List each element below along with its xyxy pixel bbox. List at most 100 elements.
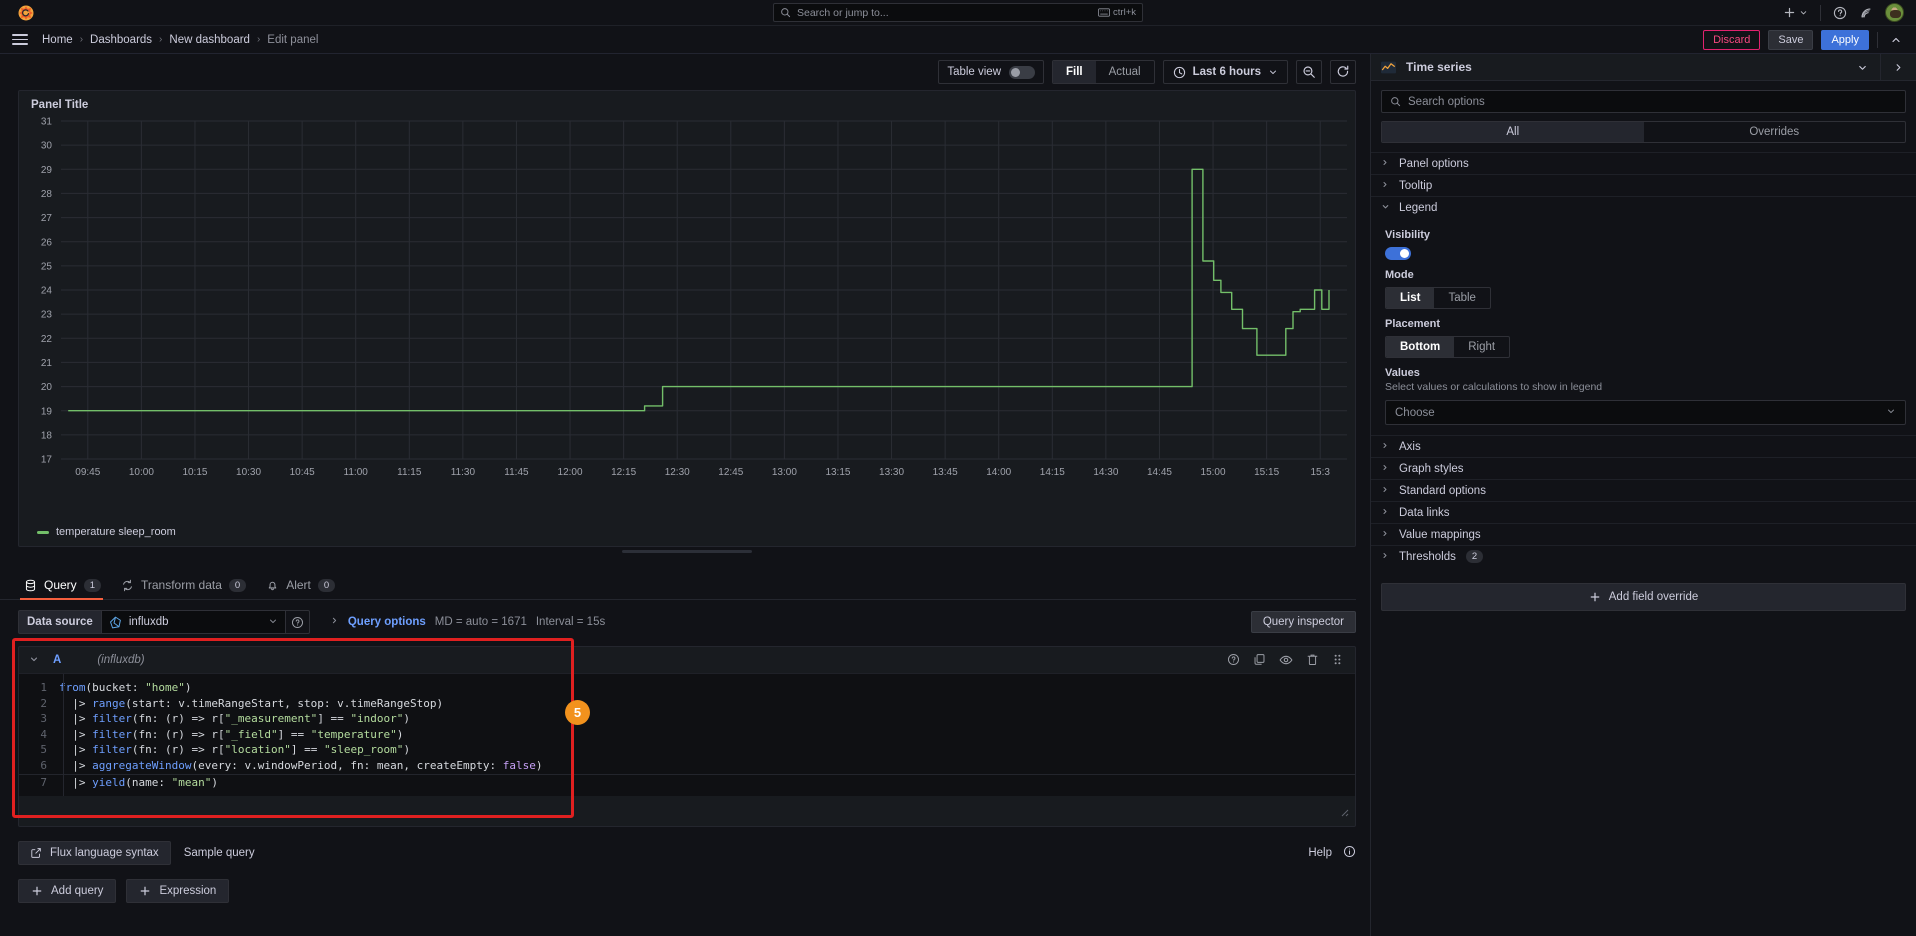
code-text[interactable]: |> yield(name: "mean") bbox=[59, 775, 218, 791]
code-text[interactable]: |> filter(fn: (r) => r["location"] == "s… bbox=[59, 742, 410, 758]
delete-trash-icon[interactable] bbox=[1306, 653, 1319, 667]
tab-transform-data[interactable]: Transform data 0 bbox=[115, 573, 260, 599]
hamburger-menu-icon[interactable] bbox=[12, 34, 28, 45]
legend-item-label[interactable]: temperature sleep_room bbox=[56, 526, 176, 538]
code-line[interactable]: 6 |> aggregateWindow(every: v.windowPeri… bbox=[19, 758, 1355, 775]
legend-visibility-toggle[interactable] bbox=[1385, 247, 1411, 260]
info-circle-icon[interactable] bbox=[1343, 845, 1356, 861]
apply-button[interactable]: Apply bbox=[1821, 29, 1869, 50]
code-line[interactable]: 7 |> yield(name: "mean") bbox=[19, 775, 1355, 791]
viz-picker-toggle[interactable] bbox=[1845, 54, 1880, 80]
section-standard-options[interactable]: Standard options bbox=[1371, 479, 1916, 501]
chevron-right-icon bbox=[1381, 485, 1389, 497]
editor-gutter-divider bbox=[63, 674, 64, 797]
time-series-chart[interactable]: 17 18 19 20 21 22 23 24 25 26 27 28 29 30 31 09:45 10:00… bbox=[19, 113, 1355, 493]
panel-resize-handle[interactable] bbox=[622, 550, 752, 553]
breadcrumb-item-dashboards[interactable]: Dashboards bbox=[90, 34, 152, 46]
legend-mode-table-button[interactable]: Table bbox=[1434, 288, 1490, 308]
save-button[interactable]: Save bbox=[1768, 29, 1814, 50]
time-range-picker[interactable]: Last 6 hours bbox=[1162, 60, 1288, 84]
query-options-label[interactable]: Query options bbox=[348, 616, 426, 628]
y-axis-tick-label: 24 bbox=[41, 286, 53, 297]
breadcrumb-item-home[interactable]: Home bbox=[42, 34, 73, 46]
section-axis[interactable]: Axis bbox=[1371, 435, 1916, 457]
zoom-out-button[interactable] bbox=[1296, 60, 1322, 84]
code-line[interactable]: 5 |> filter(fn: (r) => r["location"] == … bbox=[19, 742, 1355, 758]
chevron-up-icon[interactable] bbox=[1886, 34, 1906, 46]
plot-area[interactable]: 17 18 19 20 21 22 23 24 25 26 27 28 29 30 31 09:45 10:00… bbox=[19, 113, 1355, 522]
legend-values-select[interactable]: Choose bbox=[1385, 400, 1906, 425]
legend-placement-right-button[interactable]: Right bbox=[1454, 337, 1509, 357]
section-data-links[interactable]: Data links bbox=[1371, 501, 1916, 523]
section-value-mappings[interactable]: Value mappings bbox=[1371, 523, 1916, 545]
code-lines[interactable]: 1 from(bucket: "home") 2 |> range(start: v… bbox=[19, 680, 1355, 790]
legend-placement-radio-group[interactable]: Bottom Right bbox=[1385, 336, 1511, 358]
query-ref-id[interactable]: A bbox=[53, 654, 61, 666]
options-tabs[interactable]: All Overrides bbox=[1381, 121, 1906, 143]
tab-all[interactable]: All bbox=[1382, 122, 1644, 142]
help-label[interactable]: Help bbox=[1308, 847, 1332, 859]
search-options-input[interactable]: Search options bbox=[1381, 90, 1906, 113]
query-options[interactable]: Query options MD = auto = 1671 Interval … bbox=[330, 615, 605, 629]
hide-response-eye-icon[interactable] bbox=[1279, 653, 1293, 667]
resize-corner-icon[interactable] bbox=[1337, 805, 1349, 817]
add-expression-button[interactable]: Expression bbox=[126, 879, 230, 904]
section-panel-options[interactable]: Panel options bbox=[1371, 152, 1916, 174]
chevron-down-icon[interactable] bbox=[29, 654, 39, 667]
add-query-button[interactable]: Add query bbox=[18, 879, 117, 904]
grafana-logo-icon[interactable] bbox=[16, 3, 36, 23]
time-series-icon bbox=[1381, 61, 1396, 73]
avatar[interactable] bbox=[1885, 3, 1904, 22]
section-thresholds[interactable]: Thresholds 2 bbox=[1371, 545, 1916, 567]
section-graph-styles[interactable]: Graph styles bbox=[1371, 457, 1916, 479]
datasource-help-button[interactable] bbox=[285, 610, 310, 634]
search-input[interactable]: Search or jump to... ctrl+k bbox=[773, 3, 1143, 22]
help-button[interactable] bbox=[1833, 6, 1847, 20]
section-standard-options-label: Standard options bbox=[1399, 484, 1486, 497]
y-axis-tick-label: 26 bbox=[41, 237, 53, 248]
legend-options-body: Visibility Mode List Table Placement Bot… bbox=[1371, 218, 1916, 435]
tab-alert[interactable]: Alert 0 bbox=[260, 573, 349, 599]
code-line[interactable]: 2 |> range(start: v.timeRangeStart, stop… bbox=[19, 696, 1355, 712]
section-tooltip[interactable]: Tooltip bbox=[1371, 174, 1916, 196]
legend-placement-bottom-button[interactable]: Bottom bbox=[1386, 337, 1455, 357]
discard-button[interactable]: Discard bbox=[1703, 29, 1761, 50]
add-field-override-button[interactable]: Add field override bbox=[1381, 583, 1906, 611]
collapse-options-pane-button[interactable] bbox=[1880, 54, 1916, 80]
flux-query-code-editor[interactable]: 1 from(bucket: "home") 2 |> range(start: v… bbox=[19, 674, 1355, 797]
fill-actual-segment[interactable]: Fill Actual bbox=[1052, 60, 1155, 84]
datasource-select[interactable]: influxdb bbox=[100, 610, 286, 634]
visualization-picker-header: Time series bbox=[1371, 54, 1916, 81]
fill-button[interactable]: Fill bbox=[1053, 61, 1096, 83]
code-line[interactable]: 3 |> filter(fn: (r) => r["_measurement"]… bbox=[19, 711, 1355, 727]
refresh-button[interactable] bbox=[1330, 60, 1356, 84]
code-text[interactable]: |> aggregateWindow(every: v.windowPeriod… bbox=[59, 758, 542, 774]
section-legend[interactable]: Legend bbox=[1371, 196, 1916, 218]
table-view-toggle-group[interactable]: Table view bbox=[938, 60, 1045, 84]
table-view-toggle[interactable] bbox=[1009, 65, 1036, 79]
flux-language-syntax-button[interactable]: Flux language syntax bbox=[18, 841, 171, 866]
duplicate-query-icon[interactable] bbox=[1253, 653, 1266, 667]
viz-header-actions bbox=[1845, 54, 1916, 80]
help-circle-icon[interactable] bbox=[1227, 653, 1240, 667]
query-inspector-button[interactable]: Query inspector bbox=[1250, 611, 1356, 633]
code-text[interactable]: |> filter(fn: (r) => r["_field"] == "tem… bbox=[59, 727, 403, 743]
code-line[interactable]: 1 from(bucket: "home") bbox=[19, 680, 1355, 696]
code-line[interactable]: 4 |> filter(fn: (r) => r["_field"] == "t… bbox=[19, 727, 1355, 743]
create-new-button[interactable] bbox=[1783, 6, 1808, 19]
global-search[interactable]: Search or jump to... ctrl+k bbox=[773, 3, 1143, 22]
code-text[interactable]: |> range(start: v.timeRangeStart, stop: … bbox=[59, 696, 443, 712]
chart-legend[interactable]: temperature sleep_room bbox=[19, 522, 1355, 546]
code-text[interactable]: |> filter(fn: (r) => r["_measurement"] =… bbox=[59, 711, 410, 727]
tab-query[interactable]: Query 1 bbox=[18, 573, 115, 600]
legend-mode-list-button[interactable]: List bbox=[1386, 288, 1435, 308]
sample-query-button[interactable]: Sample query bbox=[171, 842, 268, 864]
keyboard-icon bbox=[1098, 8, 1110, 17]
breadcrumb-item-new-dashboard[interactable]: New dashboard bbox=[169, 34, 250, 46]
actual-button[interactable]: Actual bbox=[1096, 61, 1154, 83]
legend-mode-radio-group[interactable]: List Table bbox=[1385, 287, 1491, 309]
tab-overrides[interactable]: Overrides bbox=[1644, 122, 1906, 142]
code-text[interactable]: from(bucket: "home") bbox=[59, 680, 191, 696]
drag-handle-icon[interactable] bbox=[1332, 653, 1343, 667]
news-button[interactable] bbox=[1859, 6, 1873, 20]
